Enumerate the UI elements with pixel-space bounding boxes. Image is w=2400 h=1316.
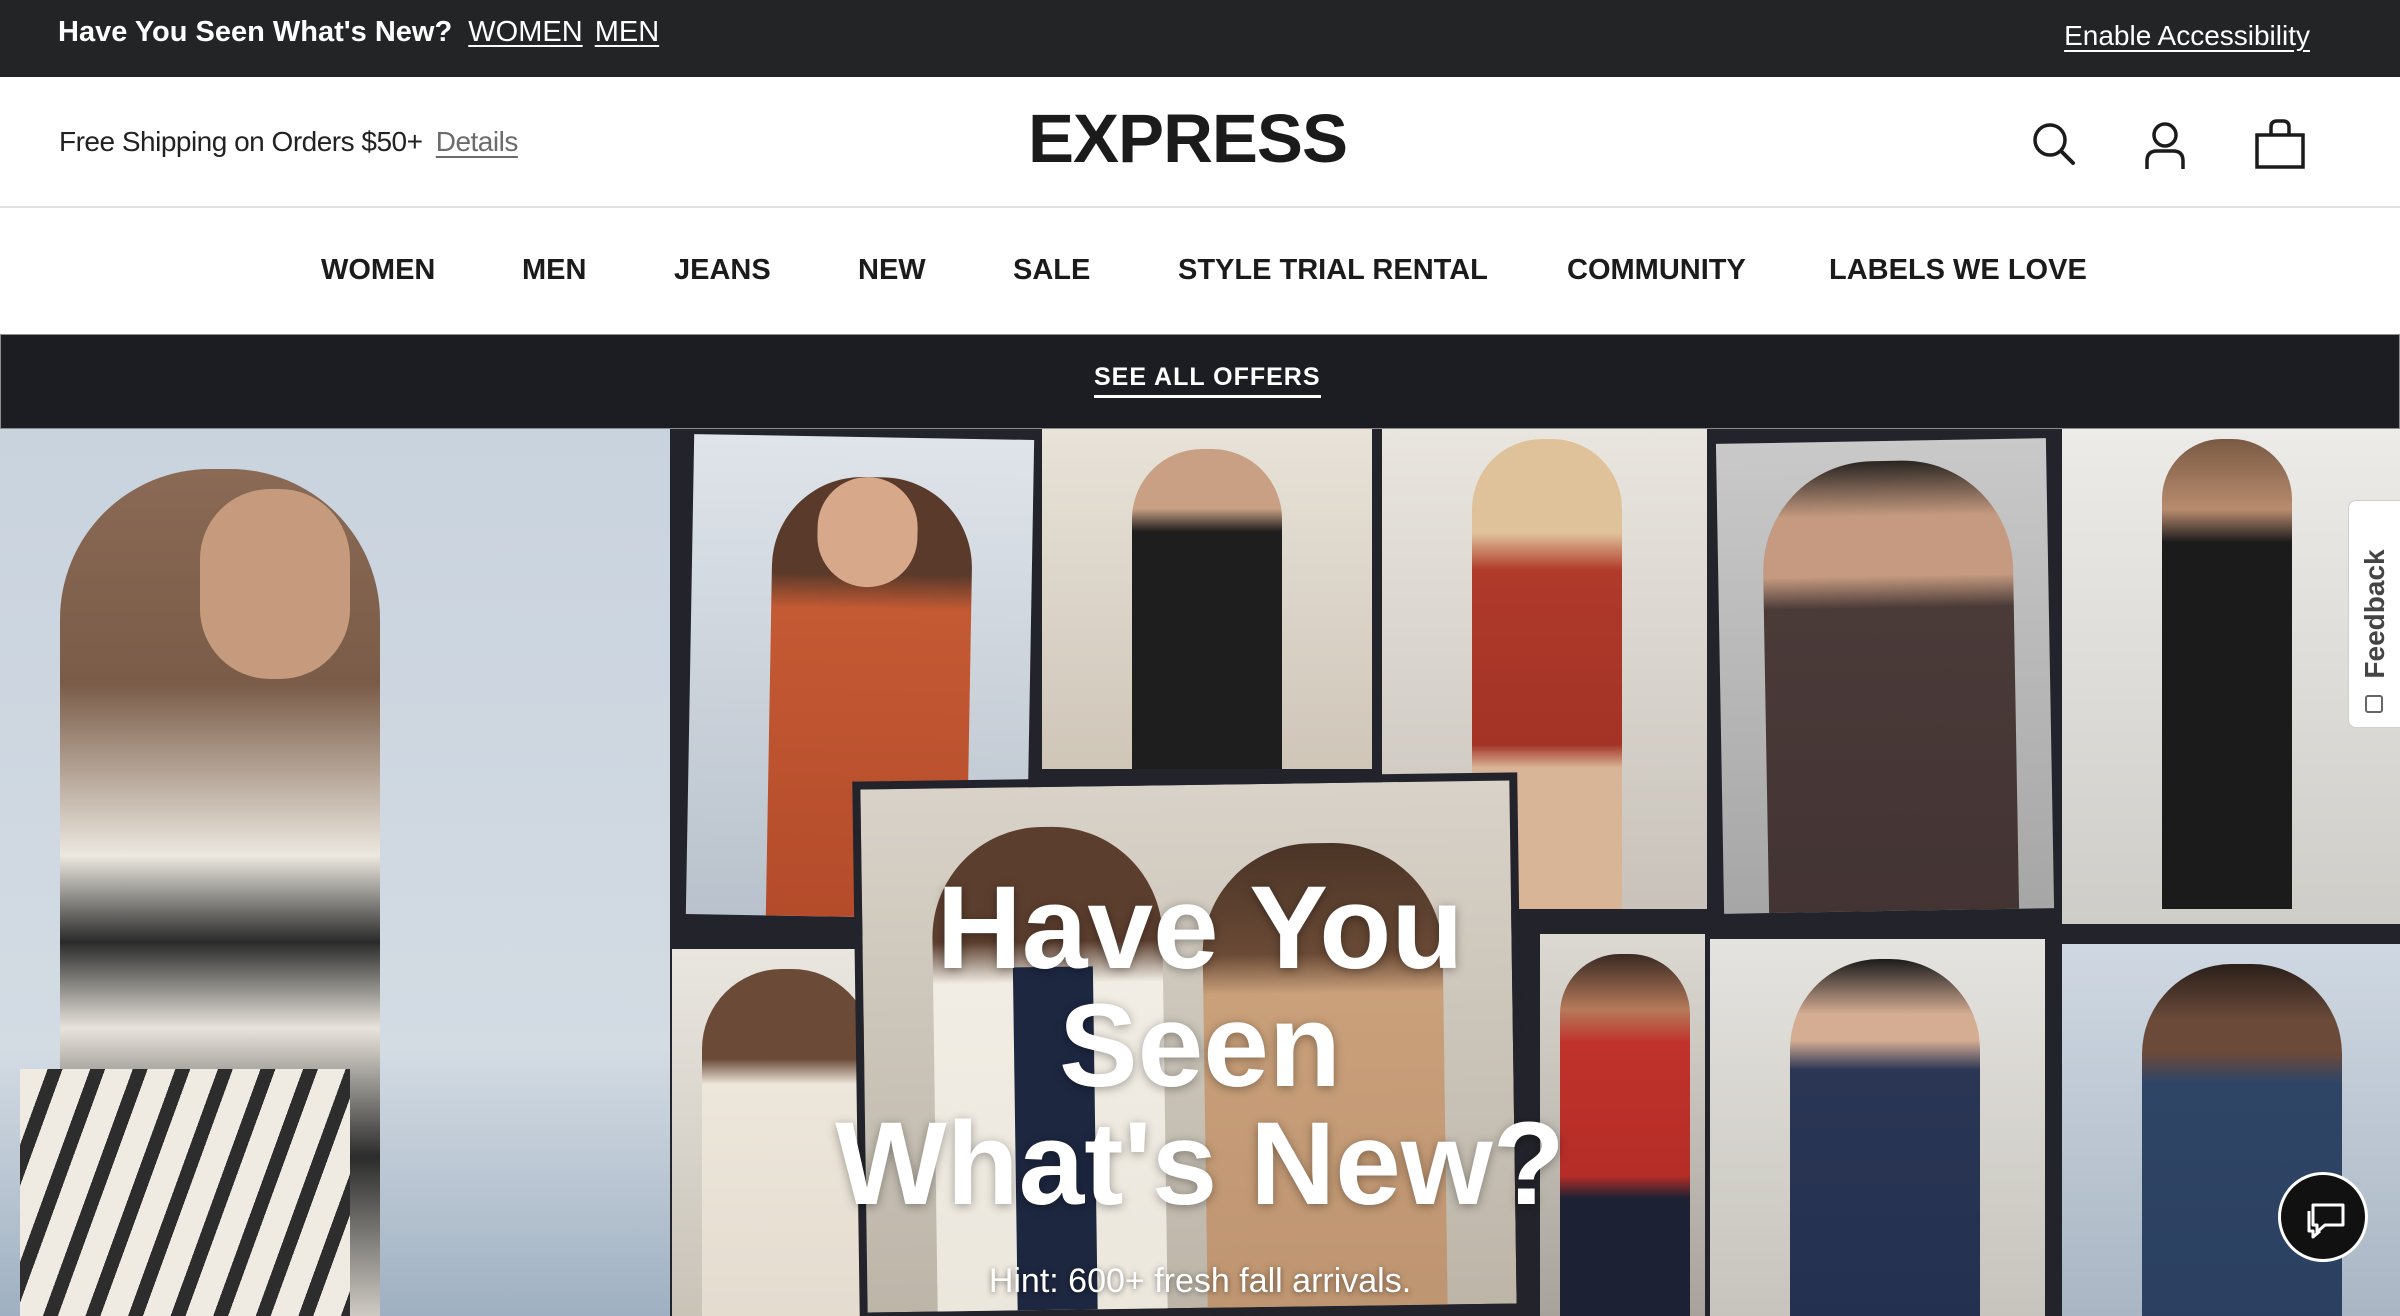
nav-item-jeans[interactable]: JEANS bbox=[674, 254, 771, 287]
nav-item-new[interactable]: NEW bbox=[858, 254, 926, 287]
enable-accessibility-link[interactable]: Enable Accessibility bbox=[2064, 20, 2310, 52]
promo-headline: Have You Seen What's New? bbox=[58, 16, 453, 48]
search-button[interactable] bbox=[2025, 115, 2085, 175]
see-all-offers-link[interactable]: SEE ALL OFFERS bbox=[1094, 363, 1321, 398]
hero-photo-woman-printed-top bbox=[0, 429, 670, 1316]
shopping-bag-icon bbox=[2255, 119, 2305, 169]
shipping-details-link[interactable]: Details bbox=[436, 126, 519, 157]
feedback-label: Feedback bbox=[2358, 549, 2390, 679]
promo-bar: Have You Seen What's New? WOMEN MEN Enab… bbox=[0, 0, 2400, 77]
account-icon bbox=[2145, 122, 2185, 169]
hero-banner[interactable]: Have You Seen What's New? Hint: 600+ fre… bbox=[0, 429, 2400, 1316]
hero-subtitle: Hint: 600+ fresh fall arrivals. bbox=[988, 1262, 1412, 1300]
collage-photo-man-blue-polo bbox=[2062, 944, 2400, 1316]
feedback-icon bbox=[2365, 695, 2383, 713]
chat-button[interactable] bbox=[2278, 1172, 2368, 1262]
collage-photo-man-brown-suit bbox=[1715, 438, 2055, 914]
offers-banner: SEE ALL OFFERS bbox=[0, 334, 2400, 429]
chat-bubbles-icon bbox=[2307, 1203, 2345, 1239]
collage-photo-man-black-jacket bbox=[1042, 429, 1372, 769]
nav-item-community[interactable]: COMMUNITY bbox=[1567, 254, 1746, 287]
promo-message: Have You Seen What's New? WOMEN MEN bbox=[58, 16, 659, 49]
hero-title-line-3: What's New? bbox=[835, 1098, 1565, 1230]
nav-item-men[interactable]: MEN bbox=[522, 254, 586, 287]
nav-item-style-trial-rental[interactable]: STYLE TRIAL RENTAL bbox=[1178, 254, 1488, 287]
shipping-message: Free Shipping on Orders $50+ Details bbox=[59, 126, 518, 158]
promo-link-women[interactable]: WOMEN bbox=[468, 16, 582, 48]
express-logo[interactable]: EXPRESS bbox=[1028, 99, 1348, 178]
nav-item-labels-we-love[interactable]: LABELS WE LOVE bbox=[1829, 254, 2087, 287]
hero-title-line-1: Have You bbox=[936, 862, 1464, 994]
hero-title-line-2: Seen bbox=[1058, 980, 1342, 1112]
shipping-text: Free Shipping on Orders $50+ bbox=[59, 126, 423, 157]
nav-item-sale[interactable]: SALE bbox=[1013, 254, 1090, 287]
site-header: Free Shipping on Orders $50+ Details EXP… bbox=[0, 77, 2400, 208]
nav-item-women[interactable]: WOMEN bbox=[321, 254, 435, 287]
main-nav: WOMEN MEN JEANS NEW SALE STYLE TRIAL REN… bbox=[0, 208, 2400, 334]
hero-title: Have You Seen What's New? bbox=[780, 869, 1620, 1223]
account-button[interactable] bbox=[2135, 115, 2195, 175]
shopping-bag-button[interactable] bbox=[2250, 115, 2310, 175]
feedback-tab[interactable]: Feedback bbox=[2348, 500, 2400, 728]
promo-link-men[interactable]: MEN bbox=[595, 16, 659, 48]
collage-photo-woman-denim-jacket bbox=[1710, 939, 2045, 1316]
search-icon bbox=[2033, 123, 2075, 165]
